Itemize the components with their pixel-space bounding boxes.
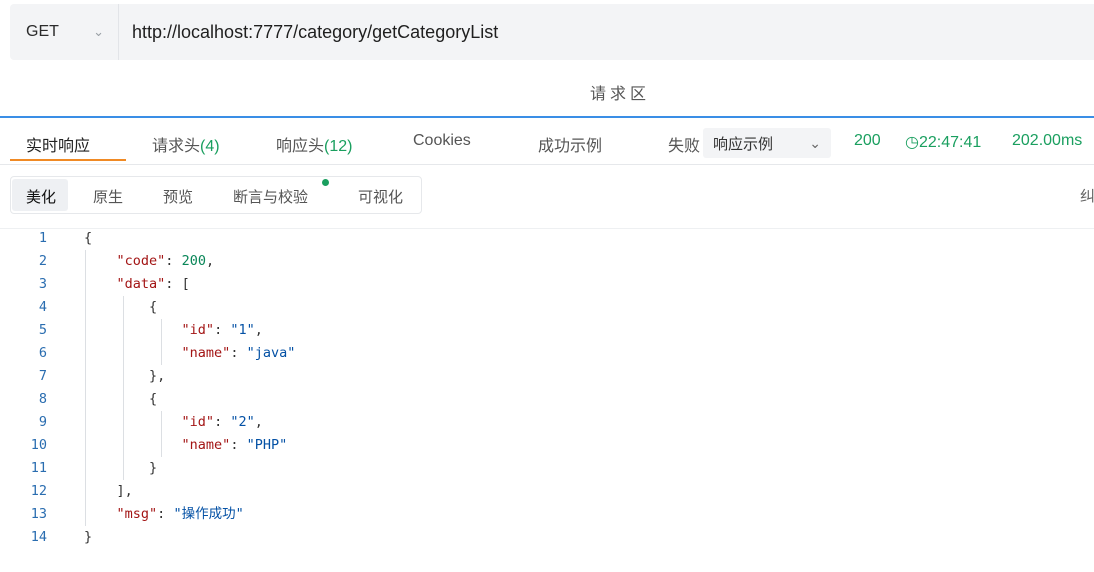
code-line: 4 { bbox=[0, 296, 1094, 319]
code-line: 13 "msg": "操作成功" bbox=[0, 503, 1094, 526]
tab-success-example[interactable]: 成功示例 bbox=[538, 132, 602, 156]
code-line: 3 "data": [ bbox=[0, 273, 1094, 296]
indent-guide bbox=[161, 319, 162, 365]
code-line: 14} bbox=[0, 526, 1094, 549]
code-text: ], bbox=[116, 483, 133, 499]
response-duration: 202.00ms bbox=[1012, 132, 1083, 149]
response-tabs: 实时响应 请求头(4) 响应头(12) Cookies 成功示例 失败 响应示例… bbox=[0, 118, 1094, 165]
cutoff-toolbar-label[interactable]: 纠 bbox=[1080, 185, 1094, 206]
code-line: 1{ bbox=[0, 227, 1094, 250]
method-select[interactable]: GET ⌄ bbox=[10, 23, 118, 41]
line-number: 1 bbox=[38, 230, 47, 246]
line-number: 7 bbox=[38, 368, 47, 384]
indent-guide bbox=[123, 296, 124, 480]
line-number: 8 bbox=[38, 391, 47, 407]
line-number: 10 bbox=[30, 437, 47, 453]
format-raw-button[interactable]: 原生 bbox=[93, 186, 123, 207]
code-text: "name": "java" bbox=[181, 345, 296, 361]
response-example-select[interactable]: 响应示例 ⌄ bbox=[703, 128, 831, 158]
code-text: "data": [ bbox=[116, 276, 190, 292]
format-toolbar: 美化 原生 预览 断言与校验 可视化 bbox=[10, 176, 422, 214]
code-text: "id": "1", bbox=[181, 322, 263, 338]
code-text: } bbox=[149, 460, 158, 476]
line-number: 2 bbox=[38, 253, 47, 269]
code-text: "id": "2", bbox=[181, 414, 263, 430]
url-bar: GET ⌄ http://localhost:7777/category/get… bbox=[10, 4, 1094, 60]
tab-request-headers[interactable]: 请求头(4) bbox=[152, 132, 220, 156]
code-line: 8 { bbox=[0, 388, 1094, 411]
format-beautify-button[interactable]: 美化 bbox=[26, 186, 56, 207]
line-number: 14 bbox=[30, 529, 47, 545]
line-number: 3 bbox=[38, 276, 47, 292]
format-visualize-button[interactable]: 可视化 bbox=[358, 186, 403, 207]
request-area-label: 请求区 bbox=[589, 86, 650, 103]
method-label: GET bbox=[26, 23, 59, 40]
code-line: 5 "id": "1", bbox=[0, 319, 1094, 342]
code-text: "name": "PHP" bbox=[181, 437, 288, 453]
code-line: 9 "id": "2", bbox=[0, 411, 1094, 434]
code-line: 11 } bbox=[0, 457, 1094, 480]
response-example-value: 响应示例 bbox=[713, 135, 774, 153]
tab-realtime-response[interactable]: 实时响应 bbox=[26, 132, 90, 156]
line-number: 13 bbox=[30, 506, 47, 522]
line-number: 6 bbox=[38, 345, 47, 361]
tab-response-headers[interactable]: 响应头(12) bbox=[276, 132, 352, 156]
code-line: 6 "name": "java" bbox=[0, 342, 1094, 365]
line-number: 5 bbox=[38, 322, 47, 338]
request-headers-count: (4) bbox=[200, 138, 220, 155]
indent-guide bbox=[85, 250, 86, 526]
clock-icon: ◷ bbox=[905, 134, 919, 151]
code-text: "msg": "操作成功" bbox=[116, 506, 244, 522]
chevron-down-icon: ⌄ bbox=[809, 134, 821, 151]
format-preview-button[interactable]: 预览 bbox=[163, 186, 193, 207]
format-assertion-button[interactable]: 断言与校验 bbox=[233, 186, 308, 207]
code-text: { bbox=[149, 299, 158, 315]
active-tab-indicator bbox=[10, 159, 126, 161]
line-number: 11 bbox=[30, 460, 47, 476]
code-text: { bbox=[149, 391, 158, 407]
response-headers-count: (12) bbox=[324, 138, 353, 155]
code-text: }, bbox=[149, 368, 166, 384]
status-code: 200 bbox=[854, 132, 881, 149]
indent-guide bbox=[161, 411, 162, 457]
url-input[interactable]: http://localhost:7777/category/getCatego… bbox=[119, 22, 498, 43]
code-line: 7 }, bbox=[0, 365, 1094, 388]
code-text: } bbox=[84, 529, 93, 545]
tab-failure-example[interactable]: 失败 bbox=[668, 132, 700, 156]
tab-cookies[interactable]: Cookies bbox=[413, 132, 471, 150]
response-body-editor[interactable]: 1{2 "code": 200, 3 "data": [4 {5 "id": "1… bbox=[0, 228, 1094, 572]
code-line: 2 "code": 200, bbox=[0, 250, 1094, 273]
line-number: 12 bbox=[30, 483, 47, 499]
line-number: 4 bbox=[38, 299, 47, 315]
code-line: 10 "name": "PHP" bbox=[0, 434, 1094, 457]
response-time: ◷22:47:41 bbox=[905, 134, 982, 151]
assertion-status-dot bbox=[322, 179, 329, 186]
chevron-down-icon: ⌄ bbox=[93, 24, 104, 39]
code-text: "code": 200, bbox=[116, 253, 215, 269]
line-number: 9 bbox=[38, 414, 47, 430]
code-text: { bbox=[84, 230, 93, 246]
code-line: 12 ], bbox=[0, 480, 1094, 503]
